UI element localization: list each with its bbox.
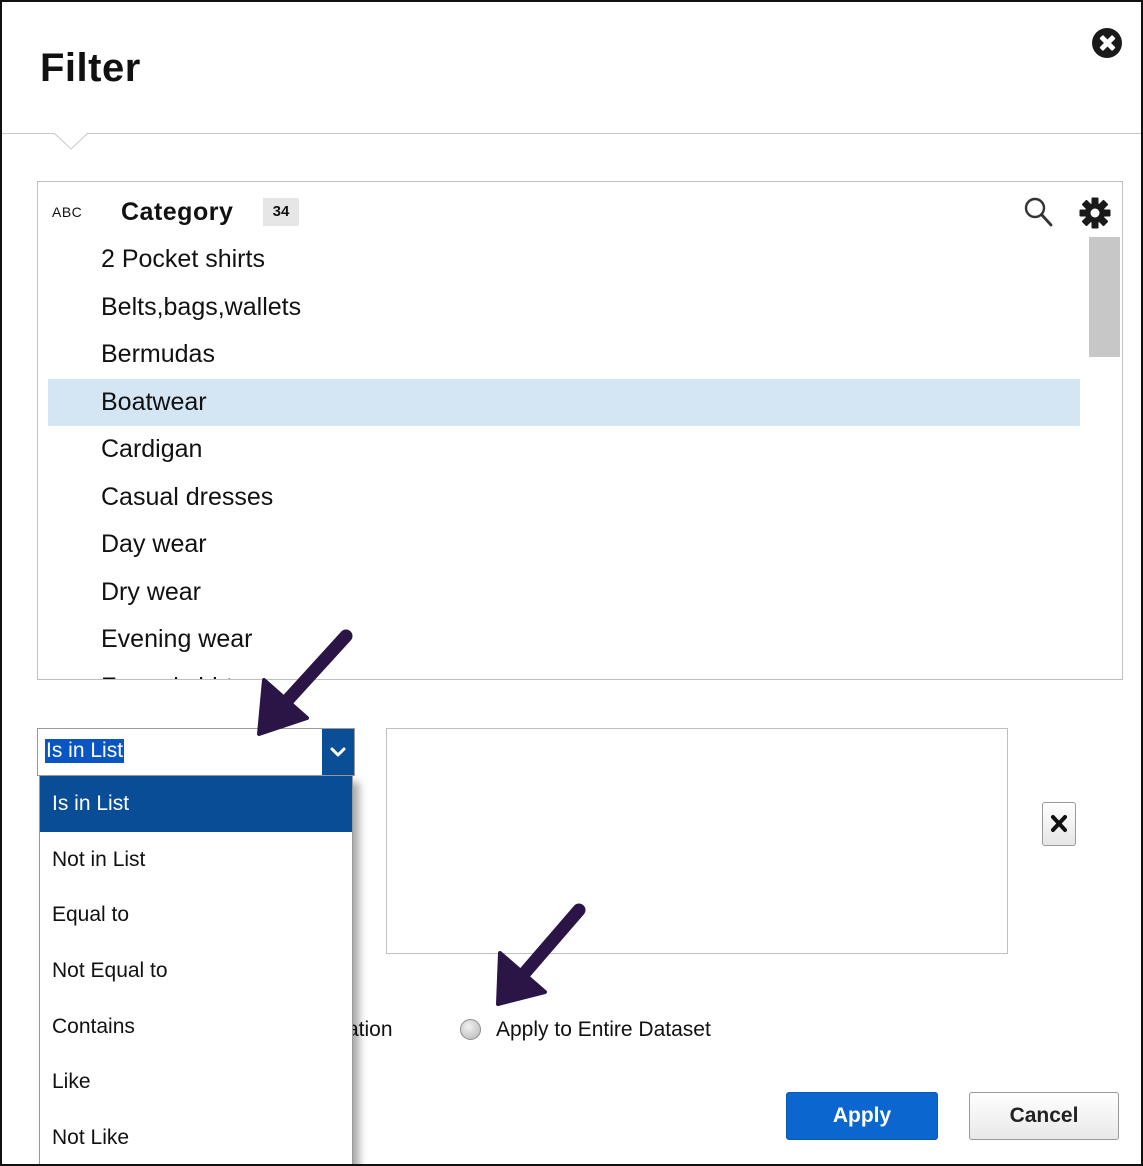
field-name: Category [121, 198, 234, 226]
field-type-label: ABC [52, 204, 83, 220]
scrollbar-thumb[interactable] [1089, 237, 1120, 357]
list-item[interactable]: Cardigan [48, 426, 1080, 474]
operator-option-contains[interactable]: Contains [40, 999, 352, 1055]
pointer-caret [53, 132, 89, 150]
list-item[interactable]: Dry wear [48, 569, 1080, 617]
remove-condition-button[interactable] [1042, 802, 1076, 846]
close-icon[interactable] [1092, 28, 1122, 58]
value-list: 2 Pocket shirts Belts,bags,wallets Bermu… [48, 236, 1080, 680]
operator-option-not-in-list[interactable]: Not in List [40, 832, 352, 888]
list-item[interactable]: 2 Pocket shirts [48, 236, 1080, 284]
filter-dialog: Filter ABC Category 34 2 Pocket shirts B… [0, 0, 1143, 1166]
list-item[interactable]: Day wear [48, 521, 1080, 569]
list-item-selected[interactable]: Boatwear [48, 378, 1080, 426]
dropdown-toggle[interactable] [322, 729, 354, 775]
remove-x-icon [1051, 815, 1067, 832]
value-list-panel: ABC Category 34 2 Pocket shirts Belts,ba… [37, 181, 1123, 680]
list-scrollbar[interactable] [1089, 237, 1120, 677]
dialog-title: Filter [40, 46, 141, 90]
list-item[interactable]: Evening wear [48, 616, 1080, 664]
operator-select[interactable]: Is in List [37, 728, 355, 776]
scope-option-current-label: ation [347, 1018, 393, 1041]
apply-button[interactable]: Apply [786, 1092, 938, 1140]
operator-option-equal-to[interactable]: Equal to [40, 887, 352, 943]
list-item[interactable]: Belts,bags,wallets [48, 284, 1080, 332]
cancel-button[interactable]: Cancel [969, 1092, 1119, 1140]
gear-icon[interactable] [1078, 196, 1112, 230]
operator-option-is-in-list[interactable]: Is in List [40, 776, 352, 832]
count-badge: 34 [263, 198, 299, 226]
list-item[interactable]: Bermudas [48, 331, 1080, 379]
operator-option-like[interactable]: Like [40, 1054, 352, 1110]
entire-dataset-label[interactable]: Apply to Entire Dataset [496, 1018, 711, 1042]
header-divider [2, 133, 1141, 134]
operator-selected-value: Is in List [45, 739, 125, 763]
search-icon[interactable] [1023, 196, 1053, 228]
operator-option-not-like[interactable]: Not Like [40, 1110, 352, 1164]
filter-value-input[interactable] [386, 728, 1008, 954]
operator-option-not-equal-to[interactable]: Not Equal to [40, 943, 352, 999]
operator-dropdown-menu: Is in List Not in List Equal to Not Equa… [39, 776, 353, 1164]
chevron-down-icon [330, 747, 346, 757]
entire-dataset-radio[interactable] [460, 1019, 481, 1040]
list-item[interactable]: Formal shirts [48, 664, 1080, 680]
list-item[interactable]: Casual dresses [48, 474, 1080, 522]
